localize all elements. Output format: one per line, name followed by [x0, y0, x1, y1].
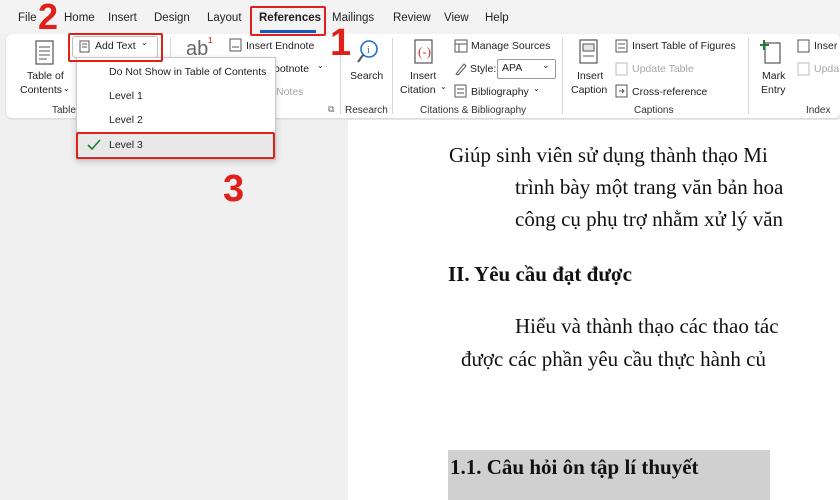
- group-label-captions: Captions: [634, 105, 674, 116]
- insert-citation-label-2[interactable]: Citation: [400, 84, 436, 96]
- tab-home[interactable]: Home: [64, 12, 95, 24]
- tab-view[interactable]: View: [444, 12, 469, 24]
- chevron-down-icon: ⌄: [317, 61, 324, 70]
- insert-citation-label[interactable]: Insert: [410, 70, 436, 82]
- cross-reference-button[interactable]: Cross-reference: [632, 86, 707, 98]
- menu-item-level-2[interactable]: Level 2: [77, 109, 275, 131]
- insert-endnote-button[interactable]: Insert Endnote: [246, 40, 314, 52]
- show-notes-button[interactable]: Notes: [276, 86, 303, 98]
- search-button[interactable]: Search: [350, 70, 383, 82]
- insert-index-icon: [797, 39, 810, 53]
- bibliography-button[interactable]: Bibliography: [471, 86, 529, 98]
- next-footnote-button[interactable]: ootnote: [274, 63, 309, 75]
- step-number-3: 3: [223, 168, 245, 210]
- tab-design[interactable]: Design: [154, 12, 190, 24]
- search-icon[interactable]: i: [356, 39, 380, 65]
- doc-paragraph-line[interactable]: Hiểu và thành thạo các thao tác: [515, 314, 779, 339]
- annotation-box-level-3: [76, 132, 275, 159]
- tab-file[interactable]: File: [18, 12, 37, 24]
- annotation-box-references-tab: [250, 6, 326, 36]
- menu-item-level-1[interactable]: Level 1: [77, 85, 275, 107]
- menu-item-label: Do Not Show in Table of Contents: [109, 66, 267, 78]
- document-canvas-margin: [0, 120, 346, 500]
- annotation-box-add-text: [68, 33, 163, 62]
- doc-heading-selected[interactable]: 1.1. Câu hỏi ôn tập lí thuyết: [450, 455, 699, 480]
- doc-paragraph-line[interactable]: công cụ phụ trợ nhằm xử lý văn: [515, 207, 783, 232]
- insert-caption-icon[interactable]: [578, 39, 600, 65]
- insert-caption-label[interactable]: Insert: [577, 70, 603, 82]
- update-index-icon: [797, 62, 810, 76]
- style-select-value: APA: [502, 62, 523, 74]
- tab-insert[interactable]: Insert: [108, 12, 137, 24]
- manage-sources-button[interactable]: Manage Sources: [471, 40, 550, 52]
- doc-paragraph-line[interactable]: trình bày một trang văn bản hoa: [515, 175, 783, 200]
- menu-item-do-not-show[interactable]: Do Not Show in Table of Contents: [77, 61, 275, 83]
- insert-index-button[interactable]: Inser: [814, 40, 837, 52]
- ribbon-separator: [392, 38, 393, 114]
- table-of-figures-icon: [615, 39, 628, 53]
- doc-heading[interactable]: II. Yêu cầu đạt được: [448, 262, 632, 287]
- ribbon-separator: [748, 38, 749, 114]
- menu-item-label: Level 2: [109, 114, 143, 126]
- insert-caption-label-2[interactable]: Caption: [571, 84, 607, 96]
- style-icon: [455, 63, 467, 76]
- tab-review[interactable]: Review: [393, 12, 431, 24]
- insert-citation-icon[interactable]: (-): [412, 39, 436, 65]
- chevron-down-icon: ⌄: [533, 84, 540, 93]
- group-label-index: Index: [806, 105, 831, 116]
- update-table-button[interactable]: Update Table: [632, 63, 694, 75]
- tab-help[interactable]: Help: [485, 12, 509, 24]
- mark-entry-label[interactable]: Mark: [762, 70, 785, 82]
- step-number-2: 2: [38, 0, 59, 37]
- bibliography-icon: [454, 84, 467, 98]
- tab-layout[interactable]: Layout: [207, 12, 242, 24]
- group-label-table: Table: [52, 105, 76, 116]
- insert-endnote-icon: [229, 38, 242, 52]
- step-number-1: 1: [330, 22, 352, 64]
- table-of-contents-icon[interactable]: [34, 40, 56, 66]
- mark-entry-label-2[interactable]: Entry: [761, 84, 786, 96]
- doc-paragraph-line[interactable]: Giúp sinh viên sử dụng thành thạo Mi: [449, 143, 768, 168]
- update-index-button[interactable]: Upda: [814, 63, 839, 75]
- group-label-research: Research: [345, 105, 388, 116]
- style-select[interactable]: APA ⌄: [497, 59, 556, 79]
- cross-reference-icon: [615, 84, 628, 98]
- menu-bar: File Home Insert Design Layout Reference…: [0, 0, 840, 34]
- footnote-superscript: 1: [208, 36, 213, 45]
- insert-table-of-figures-button[interactable]: Insert Table of Figures: [632, 40, 736, 52]
- doc-paragraph-line[interactable]: được các phần yêu cầu thực hành củ: [461, 347, 766, 372]
- ribbon-separator: [562, 38, 563, 114]
- mark-entry-icon[interactable]: [760, 39, 784, 65]
- svg-text:(-): (-): [418, 44, 431, 59]
- chevron-down-icon: ⌄: [63, 84, 70, 93]
- chevron-down-icon: ⌄: [440, 82, 447, 91]
- table-of-contents-label[interactable]: Table of: [27, 70, 64, 82]
- menu-item-label: Level 1: [109, 90, 143, 102]
- svg-text:i: i: [367, 45, 370, 56]
- footnote-dialog-launcher-icon[interactable]: ⧉: [328, 104, 334, 115]
- style-label: Style:: [470, 63, 497, 75]
- update-table-icon: [615, 62, 628, 76]
- table-of-contents-label-2[interactable]: Contents: [20, 84, 62, 96]
- chevron-down-icon: ⌄: [542, 60, 550, 70]
- manage-sources-icon: [454, 39, 468, 53]
- group-label-citations: Citations & Bibliography: [420, 105, 527, 116]
